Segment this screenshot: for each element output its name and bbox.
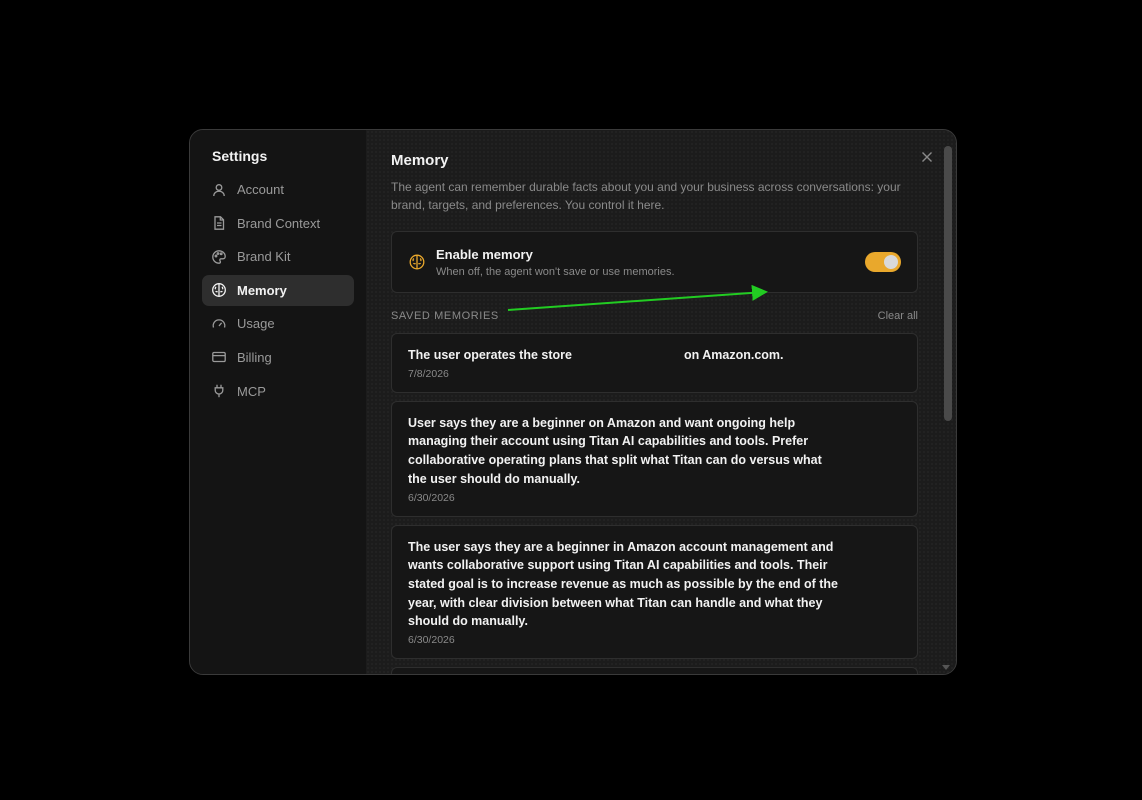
sidebar-item-mcp[interactable]: MCP <box>202 376 354 407</box>
scrollbar-thumb[interactable] <box>944 146 952 421</box>
user-icon <box>211 182 227 198</box>
sidebar-item-brand-context[interactable]: Brand Context <box>202 208 354 239</box>
toggle-knob <box>884 255 898 269</box>
gauge-icon <box>211 316 227 332</box>
sidebar-item-memory[interactable]: Memory <box>202 274 354 306</box>
sidebar-item-label: Usage <box>237 316 275 332</box>
memory-date: 7/8/2026 <box>408 367 449 380</box>
sidebar-title: Settings <box>212 148 268 164</box>
sidebar-item-label: Brand Context <box>237 215 321 231</box>
memory-item-partial[interactable] <box>391 667 918 674</box>
settings-sidebar: Settings Account Brand Context Brand Kit… <box>190 130 366 674</box>
scrollbar[interactable] <box>944 146 952 672</box>
palette-icon <box>211 249 227 265</box>
memory-item[interactable]: User says they are a beginner on Amazon … <box>391 400 918 517</box>
sidebar-item-label: Brand Kit <box>237 249 291 265</box>
plug-icon <box>211 383 227 399</box>
enable-memory-toggle[interactable] <box>865 252 901 272</box>
page-title: Memory <box>391 152 449 169</box>
memory-date: 6/30/2026 <box>408 491 455 504</box>
memory-text-before: The user operates the store <box>408 348 572 362</box>
brain-icon <box>211 282 227 298</box>
sidebar-item-label: Billing <box>237 349 272 365</box>
scroll-down-arrow-icon[interactable] <box>942 665 950 670</box>
enable-memory-subtitle: When off, the agent won't save or use me… <box>436 265 675 278</box>
brain-icon <box>408 253 426 271</box>
sidebar-item-label: Account <box>237 182 284 197</box>
memory-text: User says they are a beginner on Amazon … <box>408 415 822 486</box>
memory-panel: Memory The agent can remember durable fa… <box>366 130 956 674</box>
memory-item[interactable]: The user operates the store on Amazon.com… <box>391 333 918 393</box>
saved-memories-header: SAVED MEMORIES Clear all <box>391 310 918 322</box>
credit-card-icon <box>211 349 227 365</box>
document-icon <box>211 215 227 231</box>
memory-text: The user says they are a beginner in Ama… <box>408 539 838 629</box>
sidebar-item-usage[interactable]: Usage <box>202 308 354 339</box>
memory-item[interactable]: The user says they are a beginner in Ama… <box>391 524 918 660</box>
sidebar-item-label: Memory <box>237 282 287 298</box>
sidebar-item-account[interactable]: Account <box>202 174 354 205</box>
enable-memory-text: Enable memory When off, the agent won't … <box>436 247 675 278</box>
memory-date: 6/30/2026 <box>408 634 455 647</box>
memory-text-after: on Amazon.com. <box>683 348 784 362</box>
sidebar-item-brand-kit[interactable]: Brand Kit <box>202 241 354 272</box>
settings-modal: Settings Account Brand Context Brand Kit… <box>189 129 957 675</box>
sidebar-item-billing[interactable]: Billing <box>202 342 354 373</box>
page-description: The agent can remember durable facts abo… <box>391 180 901 212</box>
saved-memories-label: SAVED MEMORIES <box>391 310 499 322</box>
enable-memory-title: Enable memory <box>436 246 533 262</box>
close-button[interactable] <box>920 150 934 164</box>
enable-memory-card: Enable memory When off, the agent won't … <box>391 231 918 293</box>
sidebar-item-label: MCP <box>237 383 266 399</box>
clear-all-button[interactable]: Clear all <box>878 310 918 322</box>
close-icon <box>922 152 932 162</box>
memory-text: The user operates the store on Amazon.com… <box>408 346 838 365</box>
